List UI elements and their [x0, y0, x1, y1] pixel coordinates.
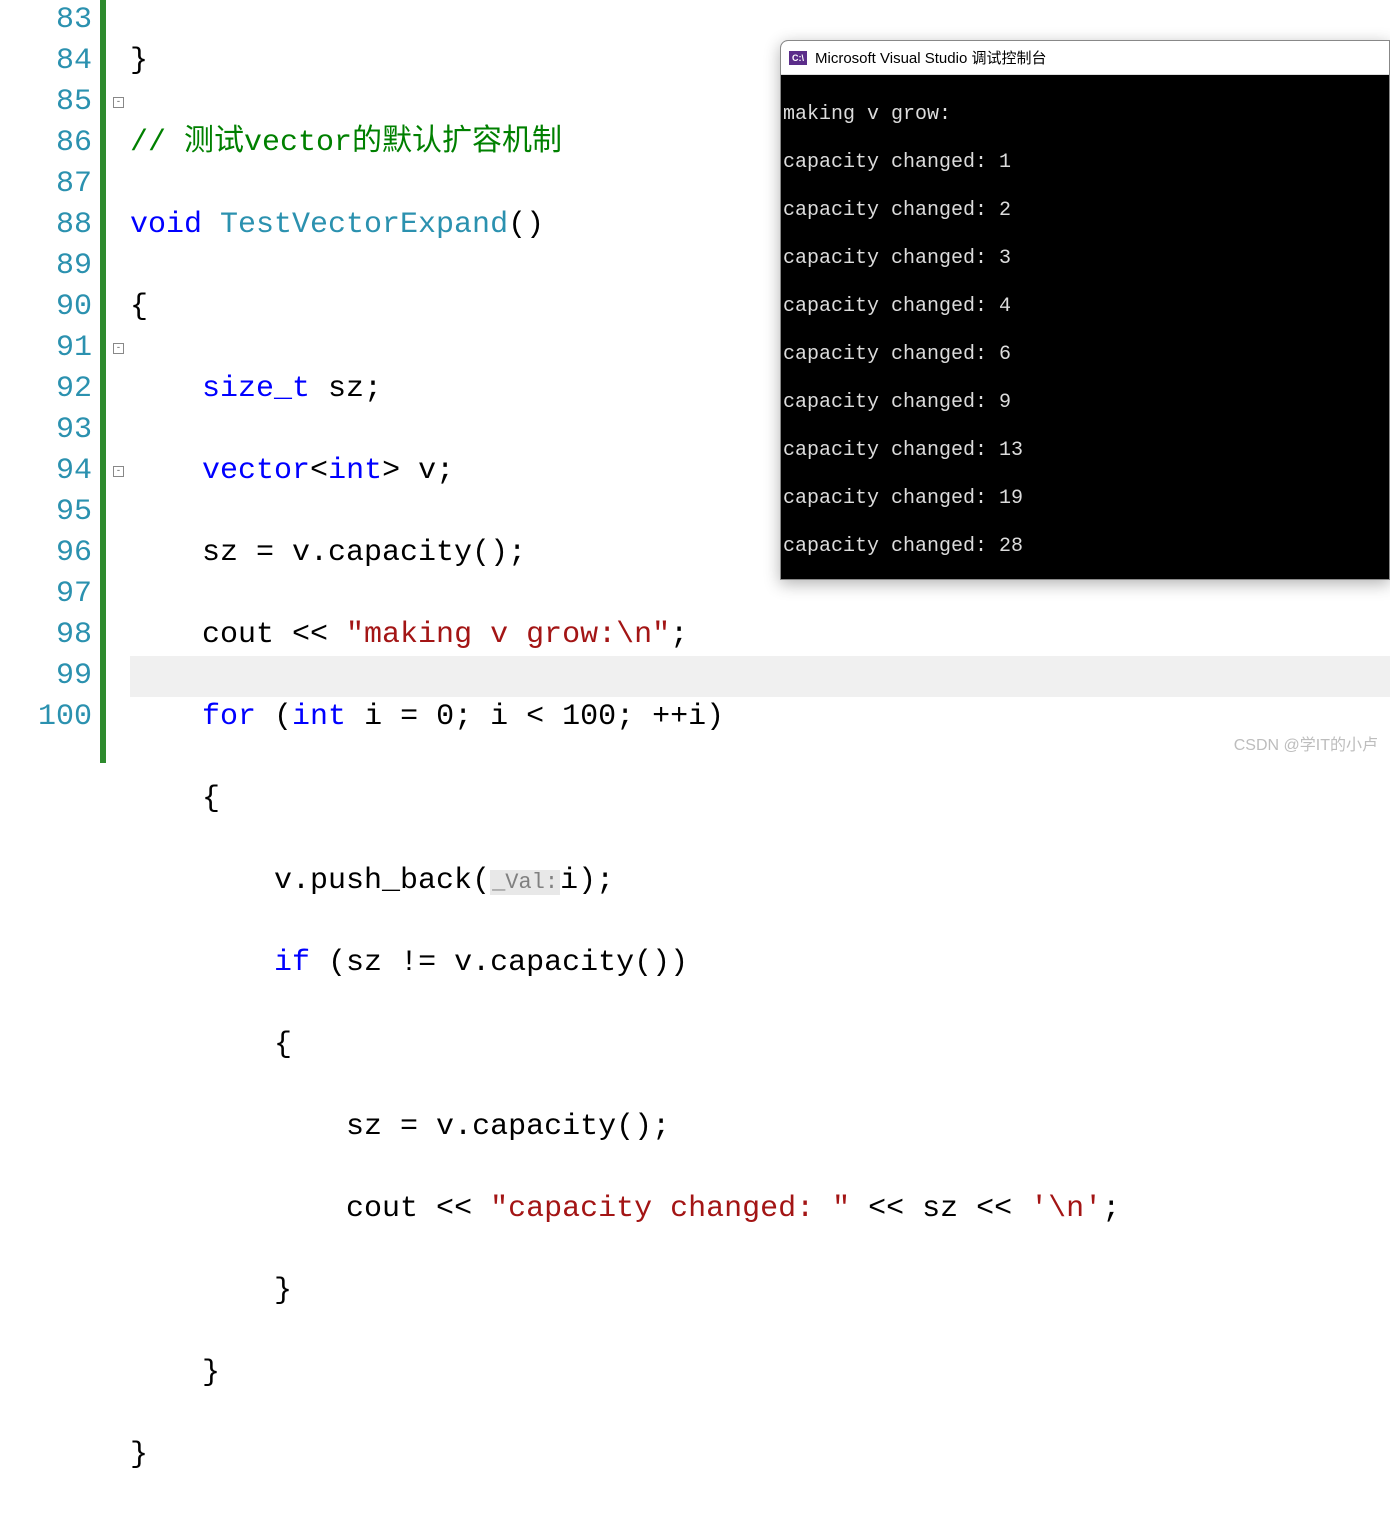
code-line-98: }	[130, 1271, 1120, 1312]
ln-94: 94	[0, 451, 92, 492]
watermark-text: CSDN @学IT的小卢	[1234, 731, 1378, 755]
console-app-icon: C:\	[789, 51, 807, 65]
ln-93: 93	[0, 410, 92, 451]
code-line-94: if (sz != v.capacity())	[130, 943, 1120, 984]
console-output-area[interactable]: making v grow: capacity changed: 1 capac…	[781, 75, 1389, 580]
code-line-96: sz = v.capacity();	[130, 1107, 1120, 1148]
console-line: capacity changed: 13	[783, 439, 1389, 463]
ln-97: 97	[0, 574, 92, 615]
code-line-99: }	[130, 1353, 1120, 1394]
ln-91: 91	[0, 328, 92, 369]
console-line: capacity changed: 4	[783, 295, 1389, 319]
ln-86: 86	[0, 123, 92, 164]
console-line: capacity changed: 6	[783, 343, 1389, 367]
console-line: capacity changed: 28	[783, 535, 1389, 559]
console-line: capacity changed: 2	[783, 199, 1389, 223]
console-title-text: Microsoft Visual Studio 调试控制台	[815, 47, 1046, 68]
ln-98: 98	[0, 615, 92, 656]
console-line: capacity changed: 19	[783, 487, 1389, 511]
change-indicator-bar	[100, 0, 106, 763]
ln-83: 83	[0, 0, 92, 41]
code-line-93: v.push_back(_Val:i);	[130, 861, 1120, 902]
fold-column: - - -	[110, 0, 130, 763]
ln-96: 96	[0, 533, 92, 574]
fold-toggle-icon[interactable]: -	[113, 97, 124, 108]
ln-84: 84	[0, 41, 92, 82]
inlay-hint: _Val:	[490, 870, 560, 895]
ln-89: 89	[0, 246, 92, 287]
console-line: capacity changed: 1	[783, 151, 1389, 175]
debug-console-window[interactable]: C:\ Microsoft Visual Studio 调试控制台 making…	[780, 40, 1390, 580]
code-line-95: {	[130, 1025, 1120, 1066]
fold-toggle-icon[interactable]: -	[113, 466, 124, 477]
ln-87: 87	[0, 164, 92, 205]
code-line-92: {	[130, 779, 1120, 820]
code-line-90: cout << "making v grow:\n";	[130, 615, 1120, 656]
ln-90: 90	[0, 287, 92, 328]
console-titlebar[interactable]: C:\ Microsoft Visual Studio 调试控制台	[781, 41, 1389, 75]
ln-85: 85	[0, 82, 92, 123]
code-line-100: }	[130, 1435, 1120, 1476]
fold-toggle-icon[interactable]: -	[113, 343, 124, 354]
code-line-91: for (int i = 0; i < 100; ++i)	[130, 697, 1120, 738]
console-line: capacity changed: 3	[783, 247, 1389, 271]
ln-88: 88	[0, 205, 92, 246]
console-line: capacity changed: 9	[783, 391, 1389, 415]
console-line: making v grow:	[783, 103, 1389, 127]
ln-92: 92	[0, 369, 92, 410]
line-number-gutter: 83 84 85 86 87 88 89 90 91 92 93 94 95 9…	[0, 0, 100, 763]
ln-99: 99	[0, 656, 92, 697]
ln-95: 95	[0, 492, 92, 533]
ln-100: 100	[0, 697, 92, 738]
code-line-97: cout << "capacity changed: " << sz << '\…	[130, 1189, 1120, 1230]
